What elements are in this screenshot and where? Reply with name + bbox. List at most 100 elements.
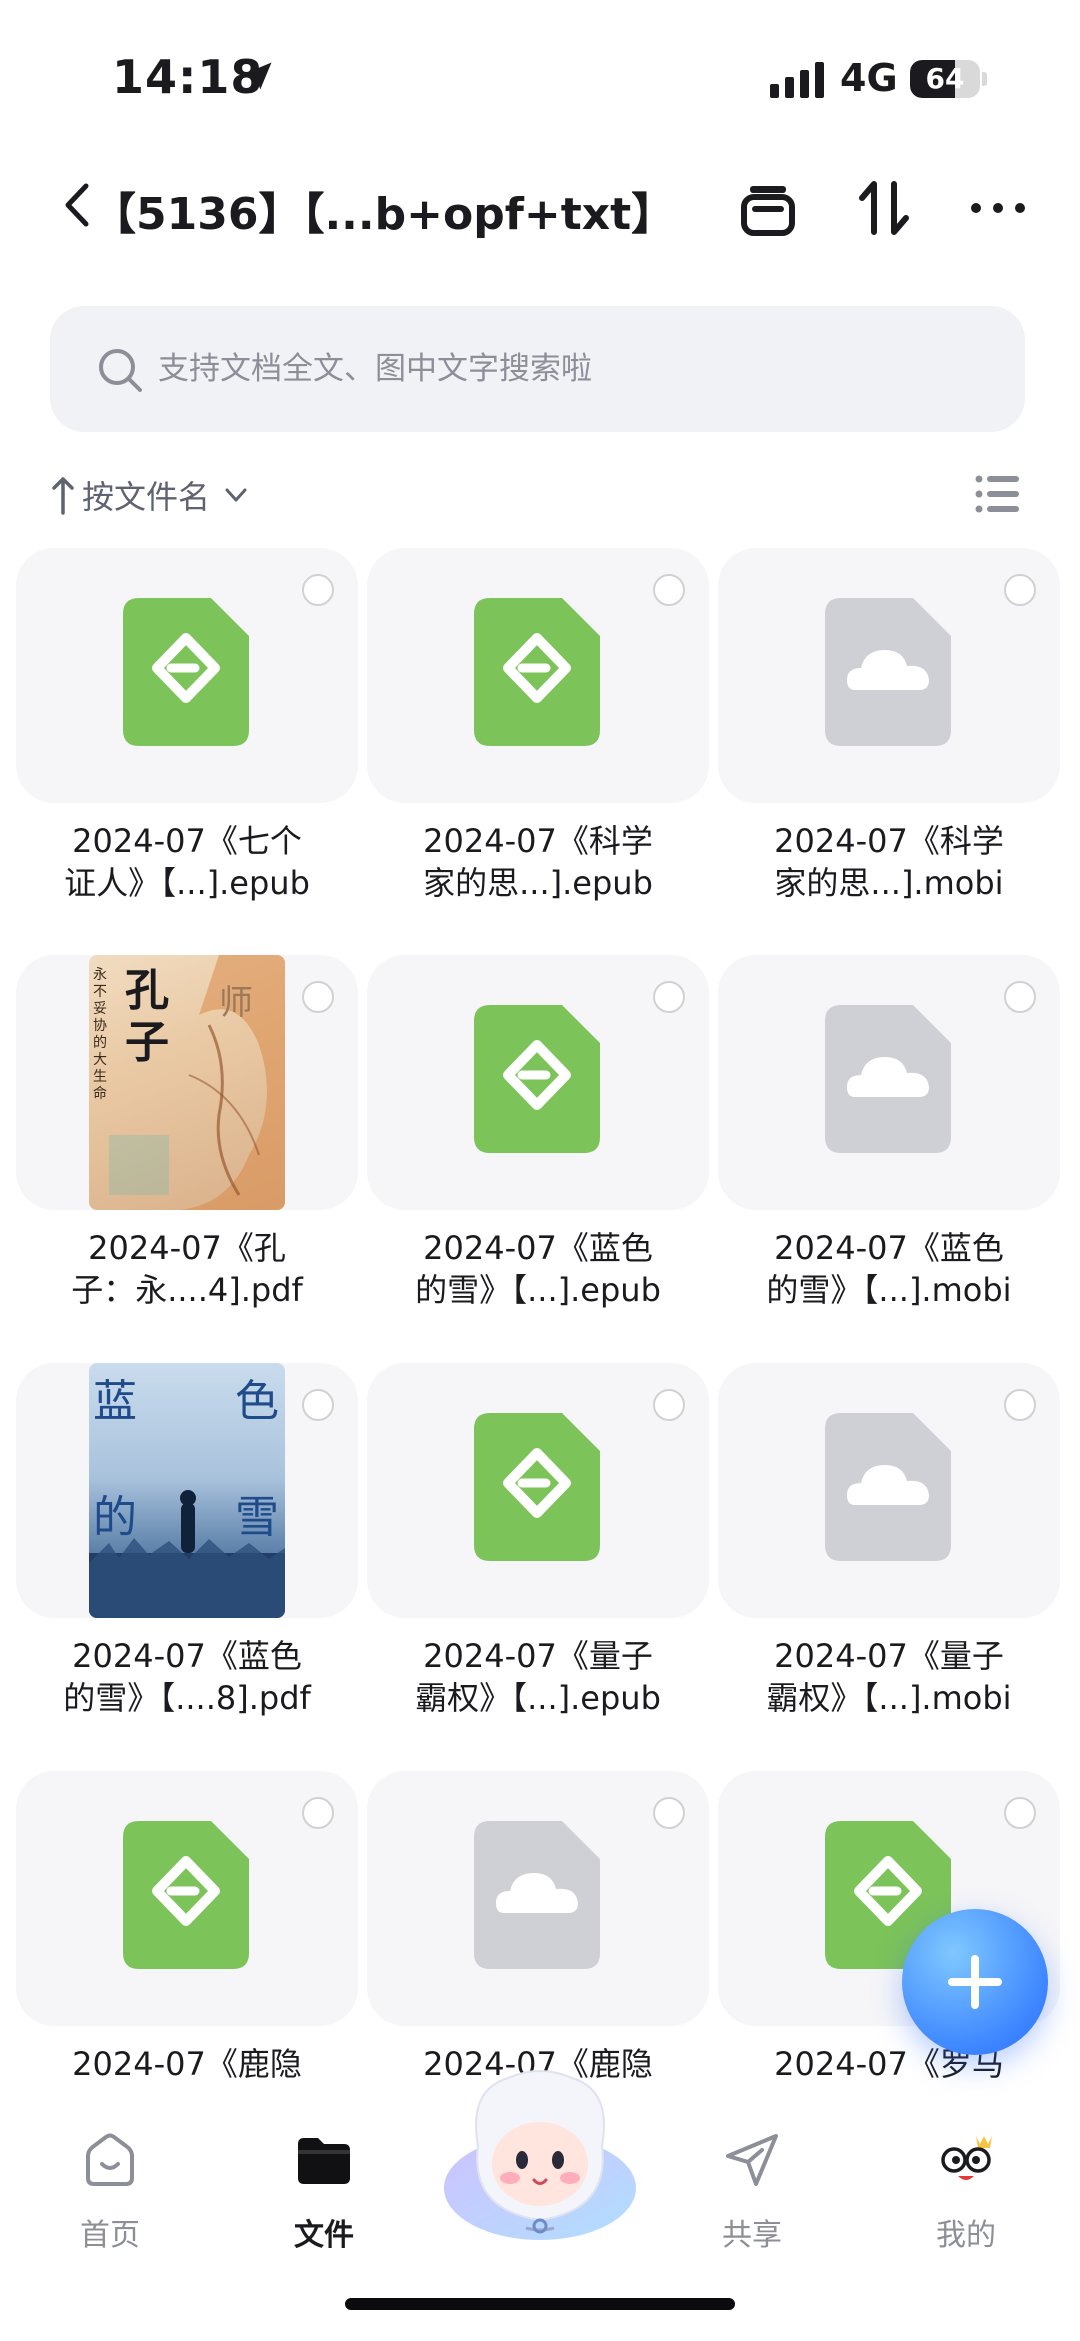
file-name-line: 的雪》【....8].pdf [63,1679,311,1717]
cloud-file-icon [825,1413,951,1561]
file-card[interactable] [367,548,709,803]
list-view-icon[interactable] [975,474,1019,514]
file-name-line: 2024-07《量子 [423,1637,653,1675]
file-name-line: 2024-07《蓝色 [72,1637,302,1675]
select-checkbox[interactable] [653,981,685,1013]
epub-icon [123,1821,249,1969]
battery-cap [982,72,987,86]
tab-label: 文件 [294,2218,354,2253]
cover-title: 孔子 [125,965,169,1068]
file-name-line: 2024-07《蓝色 [423,1229,653,1267]
cover-char: 的 [93,1492,137,1543]
epub-icon [123,598,249,746]
network-type: 4G [840,56,898,100]
select-checkbox[interactable] [653,574,685,606]
assistant-mascot-icon[interactable] [438,2060,642,2246]
more-options-icon[interactable] [968,178,1028,238]
file-card[interactable] [16,548,358,803]
tab-profile[interactable]: 我的 [896,2110,1036,2260]
book-cover-thumbnail: 蓝 色 的 雪 [89,1363,285,1618]
share-icon [726,2134,778,2186]
file-name-line: 2024-07《罗马 [774,2045,1004,2083]
home-icon [86,2133,134,2186]
file-name: 2024-07《蓝色 的雪》【...].mobi [718,1227,1060,1311]
tab-files[interactable]: 文件 [254,2110,394,2260]
cover-illustration [109,955,285,1210]
search-bar[interactable] [50,306,1025,432]
file-card[interactable] [718,548,1060,803]
plus-icon [971,1955,979,2009]
file-name: 2024-07《七个 证人》【...].epub [16,820,358,904]
file-name: 2024-07《科学 家的思...].epub [367,820,709,904]
cover-char: 色 [235,1376,279,1427]
tab-home[interactable]: 首页 [40,2110,180,2260]
folder-icon [298,2138,350,2184]
file-name-line: 2024-07《鹿隐 [72,2045,302,2083]
file-card[interactable]: 蓝 色 的 雪 [16,1363,358,1618]
file-card[interactable] [367,1363,709,1618]
file-name: 2024-07《量子 霸权》【...].epub [367,1635,709,1719]
add-button[interactable] [902,1909,1048,2055]
epub-icon [474,598,600,746]
top-nav-bar: 【5136】【...b+opf+txt】 [0,160,1080,250]
page-title: 【5136】【...b+opf+txt】 [92,189,676,240]
status-bar: 14:18 4G 64 [0,0,1080,150]
file-name-line: 2024-07《孔 [88,1229,286,1267]
cloud-file-icon [825,598,951,746]
chevron-down-icon [225,488,247,502]
archive-box-icon[interactable] [738,178,798,238]
file-card[interactable] [718,1363,1060,1618]
epub-icon [474,1413,600,1561]
profile-icon [941,2136,992,2180]
file-name: 2024-07《孔 子：永....4].pdf [16,1227,358,1311]
file-name: 2024-07《鹿隐 [16,2043,358,2085]
search-input[interactable] [158,306,958,432]
sort-selector[interactable]: 按文件名 [50,470,250,520]
file-name: 2024-07《量子 霸权》【...].mobi [718,1635,1060,1719]
file-card[interactable] [367,1771,709,2026]
tab-label: 共享 [722,2218,782,2253]
cover-tag: 师 [219,983,253,1023]
file-name-line: 2024-07《量子 [774,1637,1004,1675]
book-cover-thumbnail: 孔子 永不妥协的大生命 师 [89,955,285,1210]
select-checkbox[interactable] [1004,1797,1036,1829]
cellular-signal-icon [770,62,824,98]
file-name: 2024-07《罗马 [718,2043,1060,2085]
search-icon [99,349,142,392]
file-card[interactable] [718,955,1060,1210]
file-name-line: 2024-07《科学 [423,822,653,860]
tab-label: 首页 [80,2218,140,2253]
sort-order-icon[interactable] [854,178,914,238]
cover-char: 雪 [235,1492,279,1543]
arrow-up-icon [52,477,74,515]
battery-indicator: 64 [910,60,980,98]
cover-subtitle: 永不妥协的大生命 [93,967,107,1102]
select-checkbox[interactable] [1004,574,1036,606]
file-card[interactable] [367,955,709,1210]
select-checkbox[interactable] [302,574,334,606]
file-name-line: 家的思...].mobi [774,864,1004,902]
file-name-line: 家的思...].epub [423,864,653,902]
file-name-line: 的雪》【...].epub [415,1271,661,1309]
select-checkbox[interactable] [653,1797,685,1829]
select-checkbox[interactable] [302,1389,334,1421]
select-checkbox[interactable] [1004,981,1036,1013]
select-checkbox[interactable] [653,1389,685,1421]
file-name-line: 2024-07《七个 [72,822,302,860]
home-indicator [345,2298,735,2310]
battery-percent: 64 [925,62,965,95]
file-name-line: 证人》【...].epub [64,864,310,902]
cover-char: 蓝 [93,1376,137,1427]
file-card[interactable]: 孔子 永不妥协的大生命 师 [16,955,358,1210]
file-name: 2024-07《科学 家的思...].mobi [718,820,1060,904]
file-card[interactable] [16,1771,358,2026]
file-name: 2024-07《蓝色 的雪》【....8].pdf [16,1635,358,1719]
cloud-file-icon [474,1821,600,1969]
file-name-line: 子：永....4].pdf [71,1271,303,1309]
tab-share[interactable]: 共享 [682,2110,822,2260]
select-checkbox[interactable] [1004,1389,1036,1421]
select-checkbox[interactable] [302,1797,334,1829]
select-checkbox[interactable] [302,981,334,1013]
file-name-line: 2024-07《科学 [774,822,1004,860]
file-name-line: 霸权》【...].mobi [766,1679,1012,1717]
